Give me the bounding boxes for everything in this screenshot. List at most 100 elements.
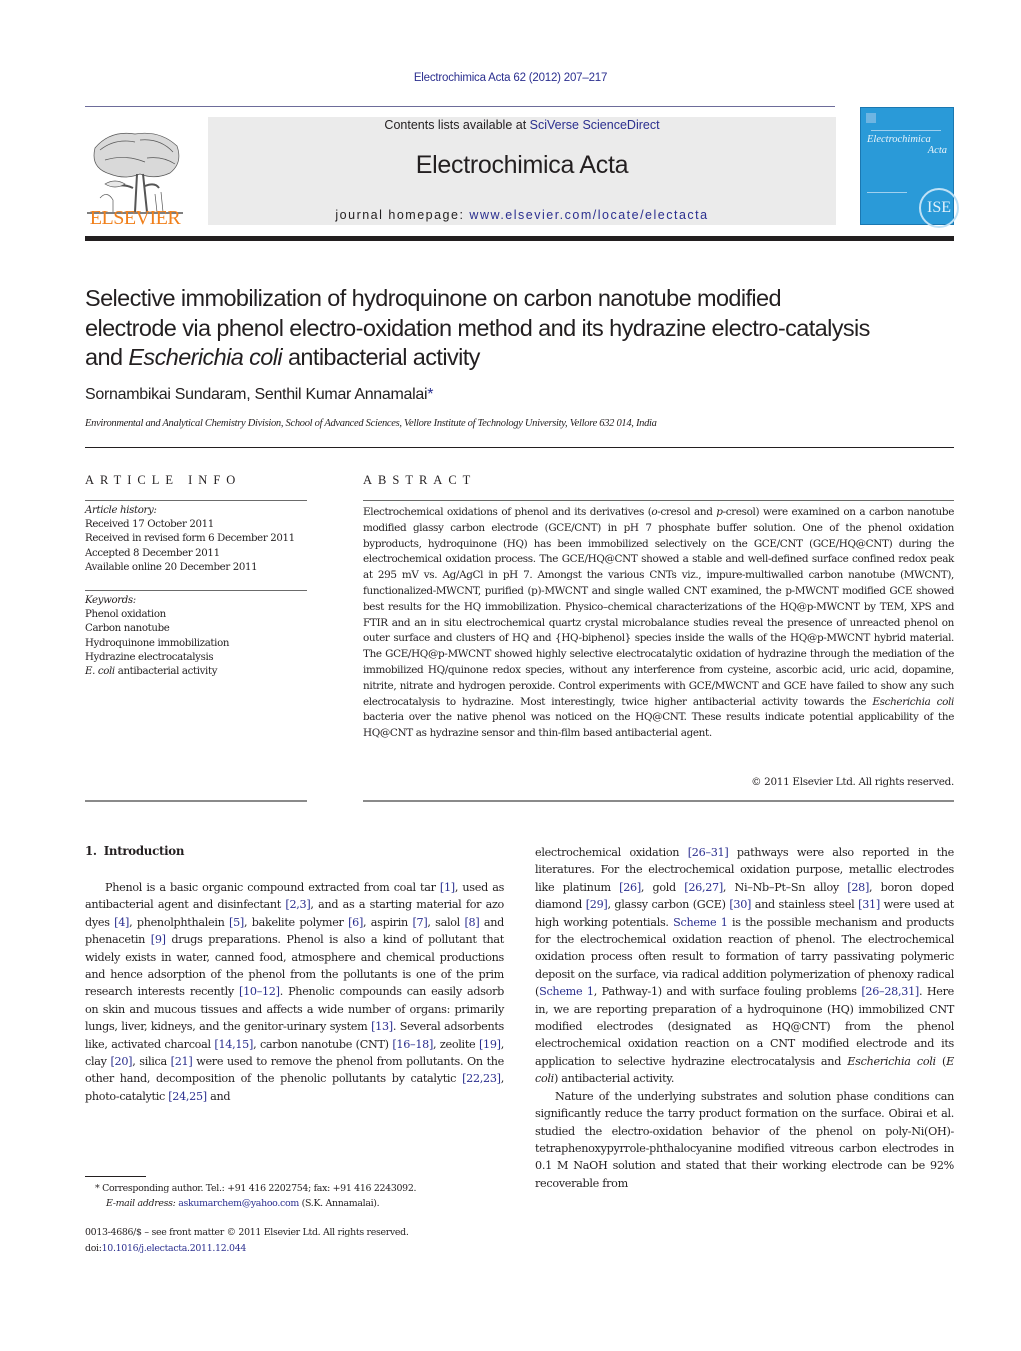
author-list: Sornambikai Sundaram, Senthil Kumar Anna… <box>85 386 433 404</box>
body-text: , bakelite polymer <box>244 915 349 929</box>
cover-title-line1: Electrochimica <box>867 134 931 145</box>
corresponding-author-link[interactable]: * <box>427 386 433 403</box>
body-text: , glassy carbon (GCE) <box>607 898 730 912</box>
footnote-line: * Corresponding author. Tel.: +91 416 22… <box>85 1181 515 1196</box>
homepage-link[interactable]: www.elsevier.com/locate/electacta <box>469 208 708 222</box>
citation-link[interactable]: [13] <box>371 1020 393 1033</box>
history-item: Received 17 October 2011 <box>85 519 214 531</box>
keyword-item: Carbon nanotube <box>85 623 170 635</box>
citation-link[interactable]: [9] <box>151 933 166 946</box>
cover-elsevier-icon <box>866 113 876 123</box>
article-title: Selective immobilization of hydroquinone… <box>85 284 965 373</box>
abstract-text: -cresol) were examined on a carbon nanot… <box>363 506 955 708</box>
cover-divider-lower <box>867 192 907 193</box>
citation-link[interactable]: [20] <box>110 1055 132 1068</box>
doi-link[interactable]: 10.1016/j.electacta.2011.12.044 <box>102 1243 247 1254</box>
cover-divider <box>871 130 941 131</box>
body-text: and <box>206 1089 231 1103</box>
section-number: 1. <box>85 844 97 858</box>
footnote-text: Corresponding author. Tel.: +91 416 2202… <box>102 1183 417 1194</box>
citation-link[interactable]: [5] <box>229 916 244 929</box>
journal-citation[interactable]: Electrochimica Acta 62 (2012) 207–217 <box>0 72 1021 84</box>
body-text: , salol <box>427 915 465 929</box>
citation-link[interactable]: [28] <box>847 881 869 894</box>
body-text: , aspirin <box>363 915 413 929</box>
body-text: , Pathway-1) and with surface fouling pr… <box>593 985 862 999</box>
title-line-2: electrode via phenol electro-oxidation m… <box>85 314 870 341</box>
body-text: , Ni–Nb–Pt–Sn alloy <box>722 880 848 894</box>
citation-link[interactable]: [14,15] <box>214 1038 253 1051</box>
abstract-italic: Escherichia coli <box>872 695 954 708</box>
citation-link[interactable]: Scheme 1 <box>539 985 594 998</box>
article-history: Article history: Received 17 October 201… <box>85 504 310 575</box>
keywords-label: Keywords: <box>85 595 136 606</box>
citation-link[interactable]: [24,25] <box>168 1090 207 1103</box>
history-item: Available online 20 December 2011 <box>85 561 258 573</box>
title-text: antibacterial activity <box>282 344 480 370</box>
body-text: , carbon nanotube (CNT) <box>253 1037 393 1051</box>
body-text: , zeolite <box>433 1037 479 1051</box>
citation-link[interactable]: [19] <box>479 1038 501 1051</box>
keywords: Keywords: Phenol oxidation Carbon nanotu… <box>85 594 310 679</box>
body-text: electrochemical oxidation <box>535 846 688 859</box>
footnote-mark: * <box>95 1183 100 1194</box>
contents-prefix: Contents lists available at <box>384 118 530 132</box>
citation-link[interactable]: [2,3] <box>285 898 310 911</box>
citation-link[interactable]: [26] <box>619 881 641 894</box>
email-link[interactable]: askumarchem@yahoo.com <box>178 1198 299 1209</box>
citation-link[interactable]: [26–28,31] <box>861 985 919 998</box>
citation-link[interactable]: Scheme 1 <box>673 916 728 929</box>
cover-title: Electrochimica Acta <box>867 134 951 156</box>
abstract-body: Electrochemical oxidations of phenol and… <box>363 505 954 742</box>
email-suffix: (S.K. Annamalai). <box>298 1198 380 1209</box>
keyword-item: Phenol oxidation <box>85 609 166 621</box>
citation-link[interactable]: [29] <box>586 898 608 911</box>
intro-paragraph-2: Nature of the underlying substrates and … <box>535 1089 954 1190</box>
citation-link[interactable]: [31] <box>858 898 880 911</box>
issn-line: 0013-4686/$ – see front matter © 2011 El… <box>85 1227 409 1238</box>
citation-link[interactable]: [30] <box>729 898 751 911</box>
header-rule <box>85 106 835 107</box>
citation-link[interactable]: [7] <box>412 916 427 929</box>
abstract-text: -cresol and <box>657 506 717 518</box>
citation-link[interactable]: [1] <box>440 881 455 894</box>
article-info-bottom-rule <box>85 800 307 802</box>
keyword-item: Hydrazine electrocatalysis <box>85 651 214 663</box>
body-column-left: Phenol is a basic organic compound extra… <box>85 879 504 1105</box>
header-thick-rule <box>85 236 954 241</box>
issn-doi-block: 0013-4686/$ – see front matter © 2011 El… <box>85 1225 515 1257</box>
body-text: , silica <box>132 1055 171 1069</box>
body-text: Phenol is a basic organic compound extra… <box>105 881 440 894</box>
journal-cover-thumbnail[interactable]: Electrochimica Acta ISE <box>860 107 959 228</box>
elsevier-wordmark: ELSEVIER <box>89 207 181 229</box>
abstract-copyright: © 2011 Elsevier Ltd. All rights reserved… <box>751 776 954 788</box>
intro-paragraph-1: Phenol is a basic organic compound extra… <box>85 879 504 1105</box>
article-info-rule <box>85 500 307 501</box>
abstract-text: Electrochemical oxidations of phenol and… <box>363 506 652 518</box>
footnote-rule <box>85 1176 146 1177</box>
citation-link[interactable]: [8] <box>464 916 479 929</box>
corresponding-author-footnote: * Corresponding author. Tel.: +91 416 22… <box>85 1181 515 1211</box>
title-text: and <box>85 344 129 370</box>
title-species: Escherichia coli <box>128 344 283 370</box>
citation-link[interactable]: [26–31] <box>688 846 729 859</box>
citation-link[interactable]: [22,23] <box>462 1072 501 1085</box>
email-label: E-mail address: <box>106 1198 179 1209</box>
citation-link[interactable]: [6] <box>348 916 363 929</box>
keywords-rule <box>85 590 307 591</box>
citation-link[interactable]: [4] <box>114 916 129 929</box>
citation-link[interactable]: [21] <box>171 1055 193 1068</box>
journal-homepage: journal homepage: www.elsevier.com/locat… <box>208 208 836 222</box>
history-item: Accepted 8 December 2011 <box>85 547 220 559</box>
cover-title-line2: Acta <box>927 145 947 156</box>
citation-link[interactable]: [16–18] <box>392 1038 433 1051</box>
footnote-email-line: E-mail address: askumarchem@yahoo.com (S… <box>85 1196 515 1211</box>
title-line-3: and Escherichia coli antibacterial activ… <box>85 343 965 373</box>
doi-line: doi:10.1016/j.electacta.2011.12.044 <box>85 1241 515 1257</box>
body-text: , phenolphthalein <box>129 915 230 929</box>
citation-link[interactable]: [10–12] <box>239 985 280 998</box>
citation-link[interactable]: [26,27] <box>684 881 723 894</box>
body-text: , gold <box>640 880 685 894</box>
keyword-item: Hydroquinone immobilization <box>85 637 230 649</box>
sciencedirect-link[interactable]: SciVerse ScienceDirect <box>530 118 660 132</box>
